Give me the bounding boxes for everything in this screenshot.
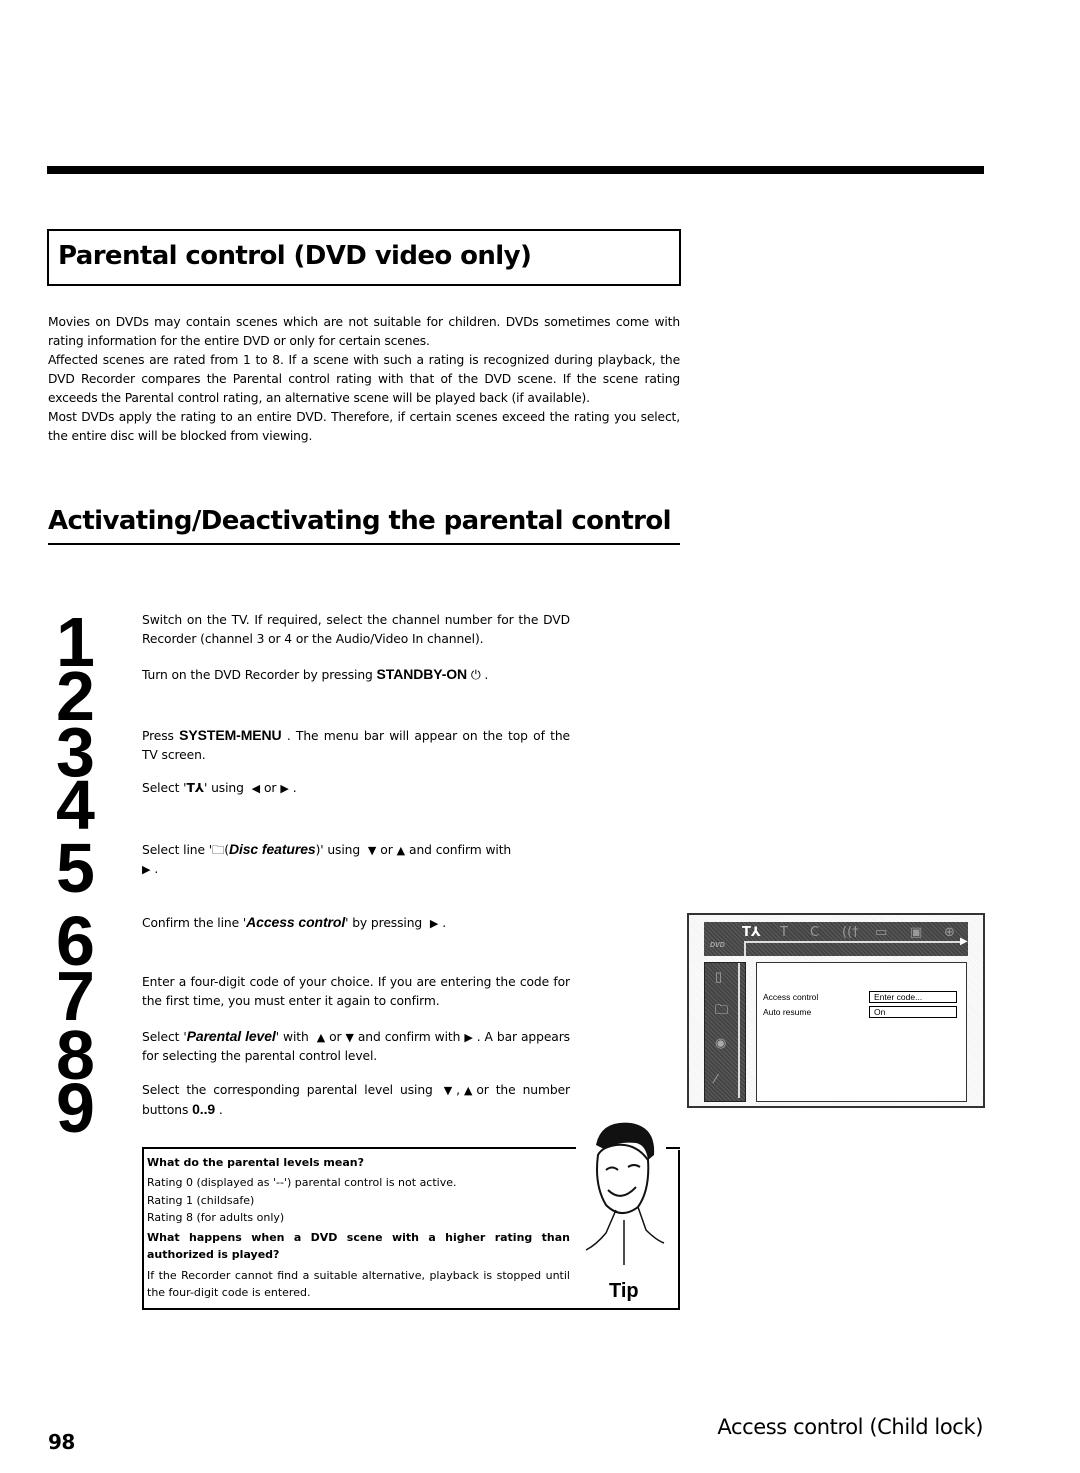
menu-line <box>744 941 964 943</box>
step-2-text: Turn on the DVD Recorder by pressing STA… <box>142 666 489 682</box>
intro-text: Movies on DVDs may contain scenes which … <box>48 313 680 446</box>
menu-panel: Access control Enter code... Auto resume… <box>756 962 967 1102</box>
footer-section-name: Access control (Child lock) <box>717 1415 983 1439</box>
subtitle-icon: ▭ <box>875 925 888 940</box>
menu-row-value[interactable]: Enter code... <box>869 991 957 1003</box>
tip-rating: Rating 8 (for adults only) <box>147 1210 285 1224</box>
step-3-text: Press SYSTEM-MENU . The menu bar will ap… <box>142 727 570 762</box>
page-number: 98 <box>48 1430 75 1454</box>
down-arrow-icon: ▼ <box>367 844 377 857</box>
left-arrow-icon: ◀ <box>251 782 260 795</box>
disc-features-icon: 🗀 <box>212 843 225 857</box>
step-1-text: Switch on the TV. If required, select th… <box>142 613 570 646</box>
camera-angle-icon: ▣ <box>910 925 923 940</box>
menu-row-label: Auto resume <box>763 1007 812 1017</box>
down-arrow-icon: ▼ <box>443 1084 453 1097</box>
audio-icon: ((† <box>842 925 859 940</box>
page-title: Parental control (DVD video only) <box>58 241 532 271</box>
number-keys: 0..9 <box>192 1101 216 1117</box>
dvd-logo: DVD <box>710 942 725 949</box>
mascot-illustration-icon <box>576 1115 666 1275</box>
disc-features-icon: 🗀 <box>715 1002 729 1017</box>
section-heading: Activating/Deactivating the parental con… <box>48 502 680 545</box>
sidebar-line <box>738 963 740 1098</box>
settings-icon: T⅄ <box>742 925 761 940</box>
step-5-text: Select line '🗀(Disc features)' using ▼ or… <box>142 840 570 879</box>
step-4-text: Select 'T⅄' using ◀ or ▶. <box>142 779 570 798</box>
disc-icon: ◉ <box>715 1035 727 1050</box>
lock-icon: ▯ <box>715 969 723 984</box>
step-7-text: Enter a four-digit code of your choice. … <box>142 975 570 1008</box>
up-arrow-icon: ▲ <box>463 1084 473 1097</box>
menu-row-value[interactable]: On <box>869 1006 957 1018</box>
step-6-text: Confirm the line 'Access control' by pre… <box>142 913 570 933</box>
tip-rating: Rating 0 (displayed as '--') parental co… <box>147 1176 457 1190</box>
page-title-box: Parental control (DVD video only) <box>47 229 681 286</box>
chapter-icon: C <box>810 925 820 940</box>
up-arrow-icon: ▲ <box>396 844 406 857</box>
intro-paragraph: Movies on DVDs may contain scenes which … <box>48 315 680 348</box>
down-arrow-icon: ▼ <box>345 1031 354 1044</box>
wrench-icon: ∕ <box>715 1071 718 1086</box>
settings-tools-icon: T⅄ <box>186 781 204 795</box>
menu-sidebar: ▯ 🗀 ◉ ∕ <box>704 962 746 1102</box>
step-number: 5 <box>56 829 95 907</box>
right-arrow-icon: ▶ <box>142 863 151 876</box>
step-8-text: Select 'Parental level' with ▲ or ▼ and con… <box>142 1028 570 1063</box>
power-icon: ⏻ <box>470 668 481 682</box>
menu-line <box>744 941 746 956</box>
top-rule <box>47 166 984 174</box>
intro-paragraph: Most DVDs apply the rating to an entire … <box>48 410 680 443</box>
tip-question: What happens when a DVD scene with a hig… <box>147 1231 570 1262</box>
up-arrow-icon: ▲ <box>316 1031 326 1044</box>
standby-on-key: STANDBY-ON <box>376 666 468 682</box>
tip-answer: If the Recorder cannot find a suitable a… <box>147 1268 570 1300</box>
tip-rating: Rating 1 (childsafe) <box>147 1193 255 1207</box>
arrow-right-icon: ▶ <box>960 936 968 947</box>
intro-paragraph: Affected scenes are rated from 1 to 8. I… <box>48 353 680 405</box>
tip-question: What do the parental levels mean? <box>147 1156 364 1169</box>
step-number: 4 <box>56 766 95 844</box>
zoom-icon: ⊕ <box>944 925 955 940</box>
tip-content: What do the parental levels mean? Rating… <box>147 1154 570 1301</box>
step-9-text: Select the corresponding parental level … <box>142 1083 570 1117</box>
tip-label: Tip <box>609 1280 639 1302</box>
step-number: 9 <box>56 1069 95 1147</box>
system-menu-key: SYSTEM-MENU <box>179 727 282 743</box>
right-arrow-icon: ▶ <box>429 917 439 930</box>
menu-row-label: Access control <box>763 992 819 1002</box>
menu-bar: T⅄ T C ((† ▭ ▣ ⊕ DVD ▶ <box>704 922 968 956</box>
tip-box-border <box>678 1150 680 1310</box>
title-icon: T <box>780 925 788 940</box>
right-arrow-icon: ▶ <box>280 782 289 795</box>
right-arrow-icon: ▶ <box>464 1031 473 1044</box>
